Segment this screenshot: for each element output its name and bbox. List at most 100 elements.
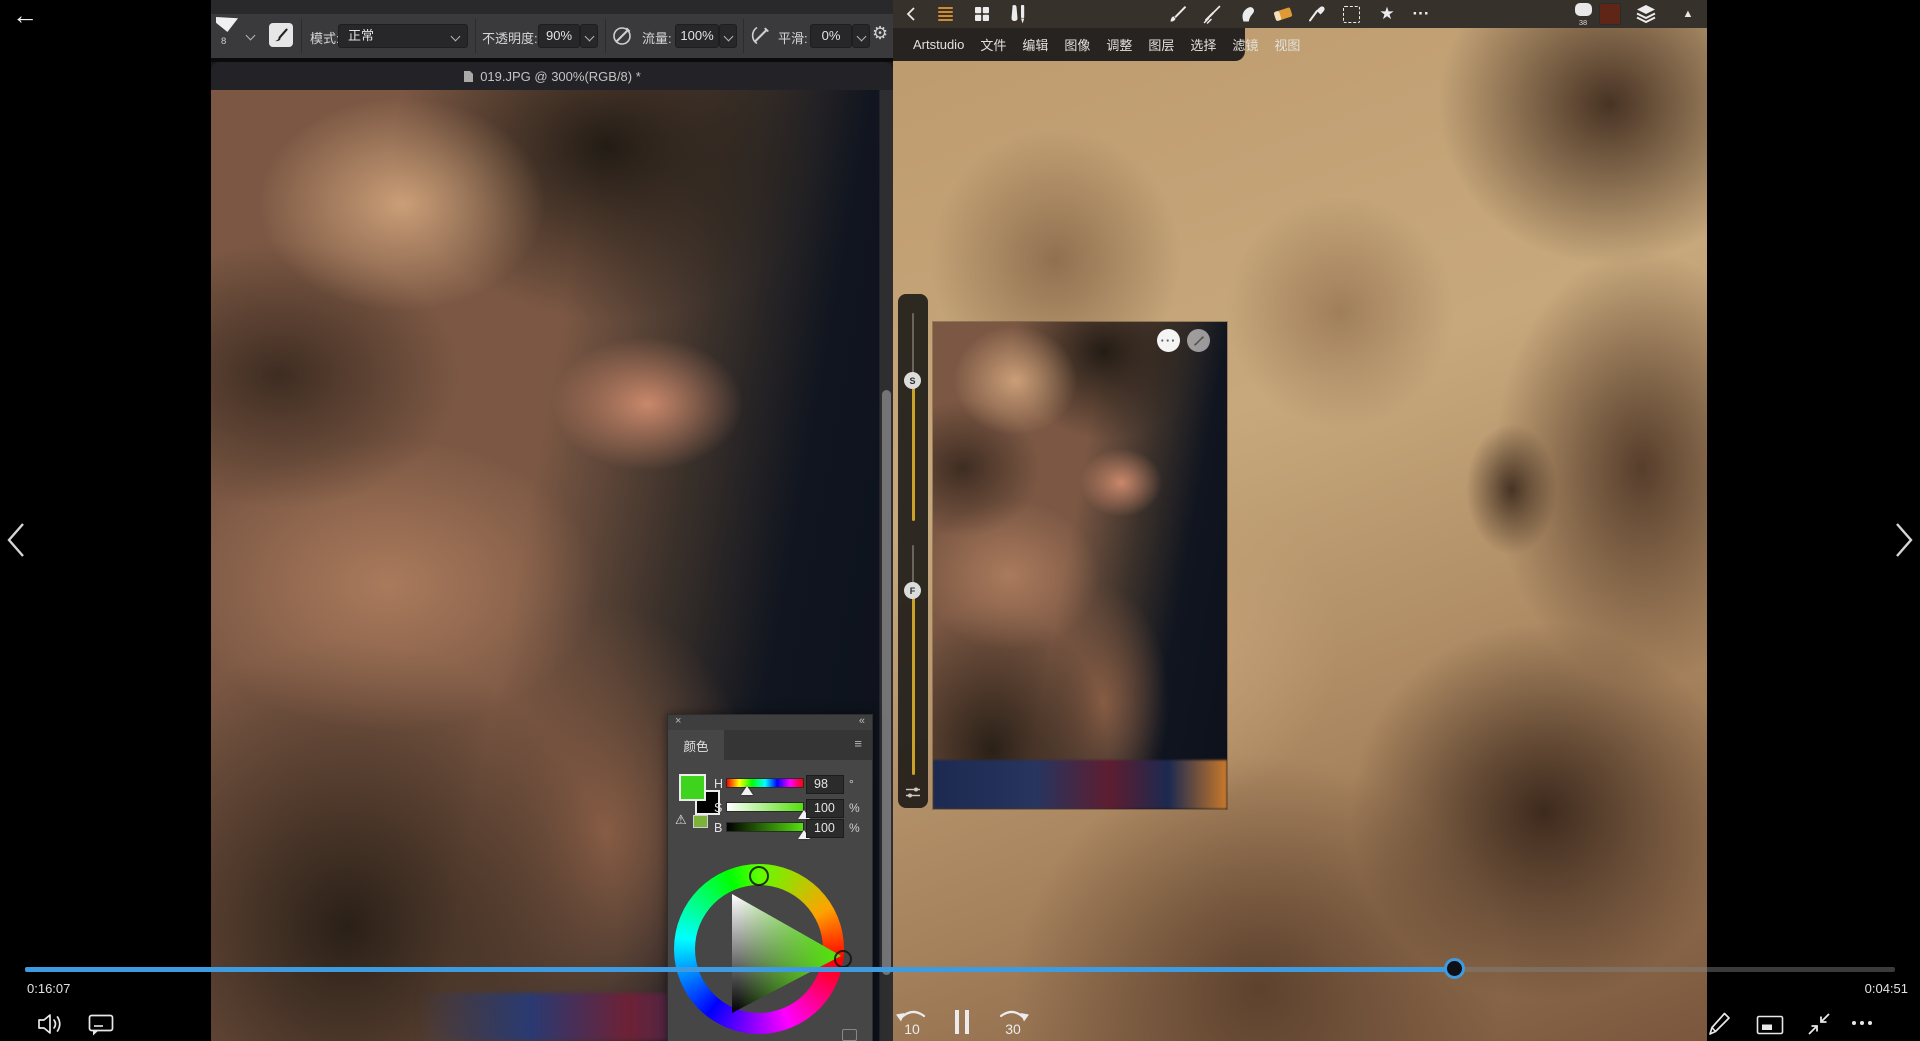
- hue-slider-thumb[interactable]: [741, 786, 753, 795]
- menu-view[interactable]: 视图: [1274, 35, 1300, 54]
- hue-value-box[interactable]: 98: [806, 775, 844, 794]
- menu-image[interactable]: 图像: [1064, 35, 1090, 54]
- menu-hamburger-button[interactable]: [931, 0, 959, 28]
- toolbar-back-button[interactable]: [897, 0, 925, 28]
- next-video-button[interactable]: [1892, 518, 1916, 567]
- menu-select[interactable]: 选择: [1190, 35, 1216, 54]
- airbrush-toggle-button[interactable]: [611, 23, 635, 52]
- brightness-value: 100: [814, 821, 835, 835]
- size-slider-handle[interactable]: S: [904, 372, 921, 389]
- smoothing-dropdown-button[interactable]: [852, 24, 870, 48]
- color-tab[interactable]: 颜色: [668, 730, 724, 760]
- brush-tool-button[interactable]: [269, 23, 293, 47]
- flow-slider-handle[interactable]: F: [904, 582, 921, 599]
- previous-video-button[interactable]: [4, 518, 28, 567]
- smoothing-value-box[interactable]: 0%: [810, 24, 852, 48]
- brightness-value-box[interactable]: 100: [806, 819, 844, 838]
- brush-preset-chevron-icon[interactable]: [246, 31, 256, 41]
- wet-paint-tool-button[interactable]: [1198, 0, 1226, 28]
- more-tools-button[interactable]: ···: [1407, 0, 1435, 28]
- painting-tools-button[interactable]: [1004, 0, 1032, 28]
- subtitles-button[interactable]: [88, 1013, 115, 1041]
- color-panel-header[interactable]: × «: [668, 715, 872, 730]
- brightness-unit: %: [849, 821, 860, 835]
- gear-icon[interactable]: ⚙: [872, 23, 888, 44]
- menu-edit[interactable]: 编辑: [1022, 35, 1048, 54]
- ps-window-top-strip: [211, 0, 893, 15]
- collapse-toolbar-button[interactable]: ▲: [1674, 0, 1702, 28]
- chevron-left-icon: [905, 6, 917, 22]
- close-icon[interactable]: ×: [675, 715, 681, 727]
- collapse-arrows-icon: [1806, 1011, 1832, 1037]
- hue-ring-selector[interactable]: [749, 866, 769, 886]
- rewind-10-icon: 10: [893, 1005, 931, 1039]
- flow-value-box[interactable]: 100%: [675, 24, 719, 48]
- brush-preset-thumbnail[interactable]: [216, 17, 238, 32]
- opacity-dropdown-button[interactable]: [580, 24, 598, 48]
- artstudio-toolbar: ★ ··· 38: [893, 0, 1707, 28]
- menu-filter[interactable]: 滤镜: [1232, 35, 1258, 54]
- exit-fullscreen-button[interactable]: [1806, 1011, 1832, 1041]
- flow-label: 流量:: [642, 28, 672, 47]
- document-title-bar[interactable]: 019.JPG @ 300%(RGB/8) *: [211, 62, 893, 90]
- brush-preview-button[interactable]: 38: [1569, 0, 1597, 28]
- volume-button[interactable]: [36, 1012, 66, 1041]
- brush-icon: [273, 27, 289, 43]
- collapse-panel-icon[interactable]: «: [859, 715, 865, 727]
- flow-dropdown-button[interactable]: [719, 24, 737, 48]
- panel-resize-icon[interactable]: [842, 1029, 857, 1041]
- size-slider-track[interactable]: [912, 313, 914, 380]
- brightness-slider[interactable]: [726, 822, 804, 832]
- flow-slider-fill[interactable]: [912, 591, 915, 775]
- menu-adjust[interactable]: 调整: [1106, 35, 1132, 54]
- triangle-selector[interactable]: [834, 950, 852, 968]
- flow-slider-label: F: [910, 586, 916, 596]
- size-slider-fill[interactable]: [912, 380, 915, 521]
- slider-settings-icon[interactable]: [905, 786, 921, 799]
- selection-tool-button[interactable]: [1337, 0, 1365, 28]
- artstudio-window: ★ ··· 38: [893, 0, 1707, 1041]
- chevron-left-icon: [4, 518, 28, 562]
- marquee-icon: [1343, 6, 1360, 23]
- pause-button[interactable]: [955, 1010, 972, 1034]
- eraser-tool-button[interactable]: [1269, 0, 1297, 28]
- hue-label: H: [714, 777, 723, 791]
- mode-label: 模式:: [310, 28, 340, 47]
- jersey-colors: [933, 760, 1227, 809]
- timeline-playhead[interactable]: [1444, 958, 1465, 979]
- eyedropper-tool-button[interactable]: [1303, 0, 1331, 28]
- panel-menu-icon[interactable]: ≡: [854, 736, 862, 751]
- layers-icon: [1635, 4, 1657, 24]
- saturation-value-box[interactable]: 100: [806, 799, 844, 818]
- current-color-swatch[interactable]: [1596, 0, 1624, 28]
- reference-more-button[interactable]: ···: [1157, 329, 1180, 352]
- layers-panel-button[interactable]: [1632, 0, 1660, 28]
- vertical-scrollbar[interactable]: [879, 90, 893, 1041]
- favorites-button[interactable]: ★: [1373, 0, 1401, 28]
- saturation-label: S: [714, 801, 722, 815]
- menu-layer[interactable]: 图层: [1148, 35, 1174, 54]
- remaining-time: 0:04:51: [1828, 981, 1908, 996]
- color-wheel[interactable]: [674, 864, 844, 1034]
- saturation-slider[interactable]: [726, 802, 804, 812]
- annotate-button[interactable]: [1706, 1010, 1732, 1041]
- picture-in-picture-button[interactable]: [1756, 1014, 1784, 1041]
- scrollbar-thumb[interactable]: [882, 390, 891, 975]
- forward-30-button[interactable]: 30: [994, 1005, 1032, 1041]
- reference-transform-button[interactable]: [1187, 329, 1210, 352]
- rewind-10-button[interactable]: 10: [893, 1005, 931, 1041]
- timeline-progress[interactable]: [25, 967, 1447, 972]
- menu-file[interactable]: 文件: [980, 35, 1006, 54]
- paint-tool-button[interactable]: [1164, 0, 1192, 28]
- more-options-button[interactable]: [1852, 1021, 1872, 1025]
- menu-artstudio[interactable]: Artstudio: [913, 37, 964, 52]
- mode-select[interactable]: 正常: [338, 24, 468, 48]
- gallery-grid-button[interactable]: [968, 0, 996, 28]
- smoothing-airbrush-button[interactable]: [748, 23, 772, 52]
- opacity-value-box[interactable]: 90%: [538, 24, 580, 48]
- hue-slider[interactable]: [726, 778, 804, 788]
- hue-row: H 98 °: [668, 775, 874, 797]
- floating-reference-photo[interactable]: ···: [933, 322, 1227, 809]
- smudge-tool-button[interactable]: [1234, 0, 1262, 28]
- back-icon[interactable]: ←: [12, 0, 38, 31]
